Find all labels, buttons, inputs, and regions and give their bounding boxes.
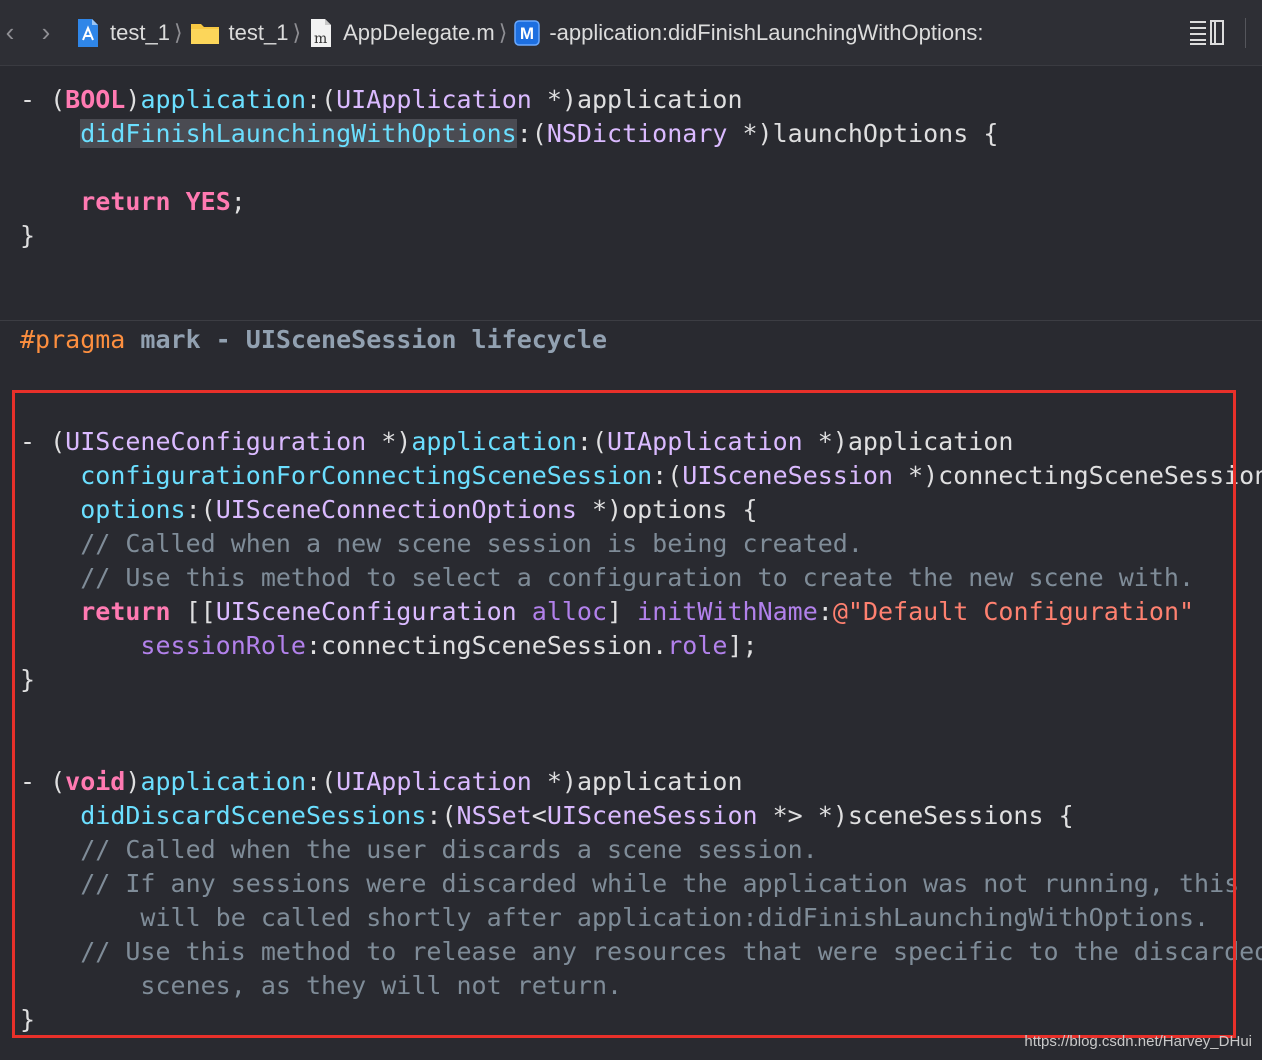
breadcrumb-label: -application:didFinishLaunchingWithOptio… (549, 19, 984, 45)
highlight-annotation-box (12, 390, 1236, 1038)
breadcrumb-label: test_1 (110, 19, 170, 45)
breadcrumb-file[interactable]: m AppDelegate.m ⟩ (307, 17, 513, 49)
method-icon: M (513, 17, 541, 49)
svg-text:M: M (520, 24, 534, 43)
jump-bar: ‹ › test_1 ⟩ test_1 ⟩ m AppDelegate.m ⟩ … (0, 0, 1262, 66)
breadcrumb-method[interactable]: M -application:didFinishLaunchingWithOpt… (513, 17, 983, 49)
code-line: #pragma mark - UISceneSession lifecycle (20, 325, 608, 354)
breadcrumb-project[interactable]: test_1 ⟩ (74, 17, 189, 49)
code-line: didFinishLaunchingWithOptions:(NSDiction… (80, 119, 999, 148)
code-line: return YES; (80, 187, 246, 216)
back-arrow-icon[interactable]: ‹ (0, 17, 28, 48)
editor-options-icon[interactable] (1188, 18, 1226, 46)
breadcrumb-label: test_1 (228, 19, 289, 45)
breadcrumb-label: AppDelegate.m (343, 19, 495, 45)
watermark: https://blog.csdn.net/Harvey_DHui (1024, 1033, 1252, 1050)
divider (1245, 18, 1246, 48)
breadcrumb-folder[interactable]: test_1 ⟩ (189, 17, 308, 49)
highlighted-symbol: didFinishLaunchingWithOptions (80, 119, 517, 148)
code-line: } (20, 221, 36, 250)
code-editor[interactable]: - (BOOL)application:(UIApplication *)app… (0, 66, 1262, 1060)
objc-file-icon: m (307, 17, 335, 49)
folder-icon (189, 17, 221, 49)
pragma-mark-separator (0, 320, 1262, 321)
code-line: - (BOOL)application:(UIApplication *)app… (20, 85, 743, 114)
chevron-right-icon: ⟩ (498, 19, 508, 45)
chevron-right-icon: ⟩ (292, 19, 302, 45)
chevron-right-icon: ⟩ (173, 19, 183, 45)
xcode-project-icon (74, 17, 102, 49)
forward-arrow-icon[interactable]: › (28, 17, 64, 48)
svg-text:m: m (314, 31, 327, 47)
